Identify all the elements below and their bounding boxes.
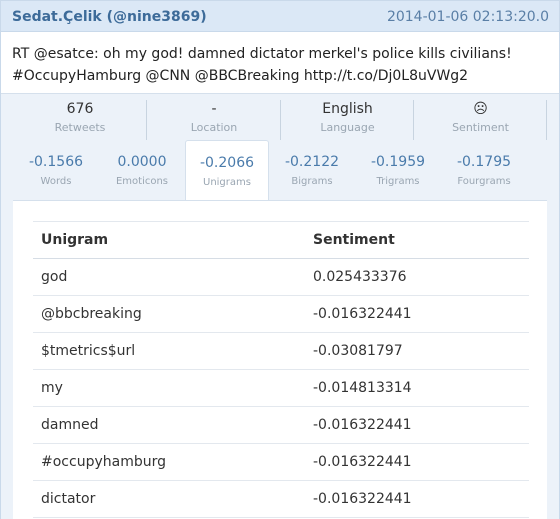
tab-bigrams[interactable]: -0.2122 Bigrams (269, 140, 355, 200)
card-header: Sedat.Çelik (@nine3869) 2014-01-06 02:13… (1, 1, 559, 32)
tweet-line-2: #OccupyHamburg @CNN @BBCBreaking http://… (12, 68, 469, 84)
tab-emoticons-value: 0.0000 (117, 154, 167, 170)
column-header-sentiment[interactable]: Sentiment (305, 221, 529, 259)
tab-unigrams-value: -0.2066 (199, 155, 255, 171)
unigram-table: Unigram Sentiment god 0.025433376 @bbcbr… (33, 221, 529, 518)
unigram-panel: Unigram Sentiment god 0.025433376 @bbcbr… (13, 200, 547, 519)
table-row: my -0.014813314 (33, 369, 529, 407)
sentiment-cell: -0.016322441 (305, 480, 529, 518)
tab-bigrams-label: Bigrams (291, 176, 333, 187)
table-row: damned -0.016322441 (33, 406, 529, 444)
sad-face-icon: ☹ (473, 101, 488, 117)
stats-row: 676 Retweets - Location English Language… (13, 94, 547, 140)
tab-emoticons[interactable]: 0.0000 Emoticons (99, 140, 185, 200)
table-header-row: Unigram Sentiment (33, 221, 529, 259)
tweet-text: RT @esatce: oh my god! damned dictator m… (12, 43, 548, 87)
stat-location-label: Location (190, 121, 238, 134)
tab-words-value: -0.1566 (28, 154, 84, 170)
tab-unigrams-label: Unigrams (203, 177, 251, 188)
sentiment-cell: -0.014813314 (305, 369, 529, 407)
unigram-cell: my (33, 369, 305, 407)
tab-words[interactable]: -0.1566 Words (13, 140, 99, 200)
tab-fourgrams-label: Fourgrams (457, 176, 511, 187)
tab-emoticons-label: Emoticons (115, 176, 169, 187)
unigram-cell: damned (33, 406, 305, 444)
stat-location: - Location (147, 94, 281, 140)
sentiment-cell: 0.025433376 (305, 258, 529, 296)
sentiment-cell: -0.016322441 (305, 443, 529, 481)
stat-sentiment: ☹ Sentiment (414, 94, 547, 140)
stat-language-value: English (322, 101, 373, 117)
tweet-line-1: RT @esatce: oh my god! damned dictator m… (12, 46, 512, 62)
tab-trigrams-value: -0.1959 (370, 154, 426, 170)
divider (546, 100, 547, 140)
sentiment-tabs: -0.1566 Words 0.0000 Emoticons -0.2066 U… (13, 140, 547, 202)
table-row: god 0.025433376 (33, 258, 529, 296)
tab-trigrams-label: Trigrams (376, 176, 420, 187)
table-row: @bbcbreaking -0.016322441 (33, 295, 529, 333)
stat-language: English Language (281, 94, 414, 140)
tab-trigrams[interactable]: -0.1959 Trigrams (355, 140, 441, 200)
unigram-cell: @bbcbreaking (33, 295, 305, 333)
stat-location-value: - (211, 101, 217, 117)
tab-fourgrams[interactable]: -0.1795 Fourgrams (441, 140, 527, 200)
unigram-cell: god (33, 258, 305, 296)
sentiment-cell: -0.016322441 (305, 406, 529, 444)
unigram-cell: $tmetrics$url (33, 332, 305, 370)
table-row: #occupyhamburg -0.016322441 (33, 443, 529, 481)
tab-fourgrams-value: -0.1795 (456, 154, 512, 170)
tab-unigrams[interactable]: -0.2066 Unigrams (185, 140, 269, 201)
unigram-cell: dictator (33, 480, 305, 518)
stats-box: 676 Retweets - Location English Language… (1, 93, 559, 519)
unigram-cell: #occupyhamburg (33, 443, 305, 481)
stat-sentiment-label: Sentiment (452, 121, 509, 134)
column-header-unigram[interactable]: Unigram (33, 221, 305, 259)
stat-language-label: Language (320, 121, 375, 134)
tweet-card: Sedat.Çelik (@nine3869) 2014-01-06 02:13… (0, 0, 560, 519)
sentiment-cell: -0.03081797 (305, 332, 529, 370)
user-name[interactable]: Sedat.Çelik (@nine3869) (12, 9, 207, 25)
tab-bigrams-value: -0.2122 (284, 154, 340, 170)
sentiment-cell: -0.016322441 (305, 295, 529, 333)
table-row: $tmetrics$url -0.03081797 (33, 332, 529, 370)
tab-words-label: Words (40, 176, 72, 187)
table-row: dictator -0.016322441 (33, 480, 529, 518)
stat-retweets: 676 Retweets (13, 94, 147, 140)
stat-retweets-value: 676 (66, 101, 94, 117)
tweet-date: 2014-01-06 02:13:20.0 (386, 9, 549, 25)
stat-retweets-label: Retweets (54, 121, 106, 134)
